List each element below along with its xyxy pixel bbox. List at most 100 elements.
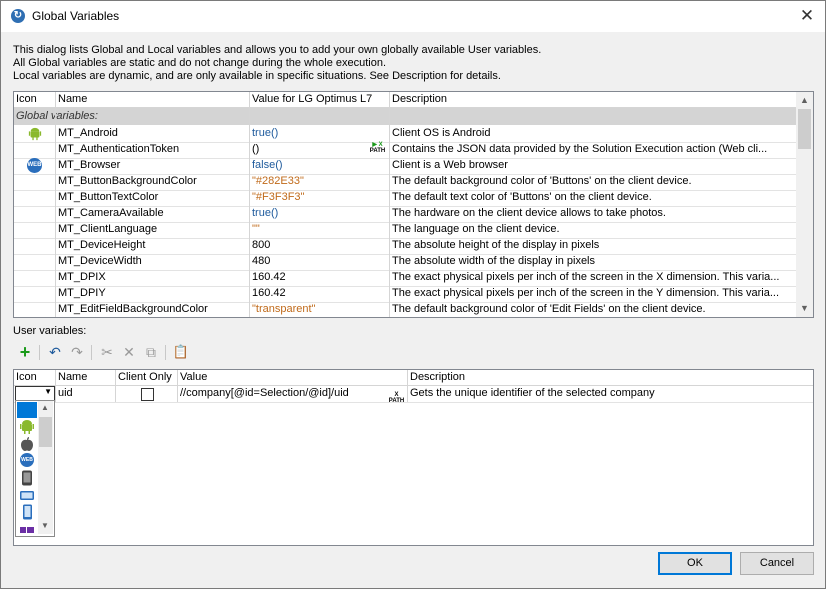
var-name[interactable]: MT_Browser: [58, 159, 246, 171]
table-row[interactable]: MT_ButtonBackgroundColor "#282E33" The def…: [14, 174, 796, 191]
scroll-up-arrow[interactable]: ▲: [41, 403, 49, 412]
intro-line-3: Local variables are dynamic, and are onl…: [13, 70, 501, 82]
xpath-button[interactable]: X PATH: [388, 386, 405, 404]
var-name[interactable]: MT_ButtonTextColor: [58, 191, 246, 203]
android-icon[interactable]: [17, 419, 37, 435]
var-value[interactable]: (): [252, 143, 367, 155]
var-name[interactable]: MT_Android: [58, 127, 246, 139]
delete-button[interactable]: ✕: [119, 342, 139, 362]
chevron-down-icon: ▼: [44, 387, 52, 396]
table-row[interactable]: MT_ButtonTextColor "#F3F3F3" The default t…: [14, 190, 796, 207]
table-row[interactable]: MT_EditFieldBackgroundColor "transparent"…: [14, 302, 796, 317]
tablet-rotate-icon[interactable]: [17, 487, 37, 503]
scroll-down-arrow[interactable]: ▼: [41, 521, 49, 530]
windows-icon[interactable]: [17, 521, 37, 537]
table-row[interactable]: MT_AuthenticationToken () ▶ X PATH Contains …: [14, 142, 796, 159]
add-variable-button[interactable]: +: [15, 342, 35, 362]
web-icon[interactable]: WEB: [17, 453, 37, 469]
close-button[interactable]: ✕: [795, 4, 819, 28]
cut-button[interactable]: ✂: [97, 342, 117, 362]
var-description[interactable]: Client is a Web browser: [392, 159, 794, 171]
header-value[interactable]: Value for LG Optimus L7: [252, 93, 372, 105]
var-description[interactable]: Contains the JSON data provided by the S…: [392, 143, 794, 155]
icon-dropdown-list[interactable]: WEB ▲ ▼: [15, 400, 55, 537]
var-value[interactable]: "transparent": [252, 303, 367, 315]
var-description[interactable]: The absolute width of the display in pix…: [392, 255, 794, 267]
cancel-button[interactable]: Cancel: [740, 552, 814, 575]
var-value[interactable]: true(): [252, 127, 367, 139]
global-table-scrollbar[interactable]: ▲ ▼: [796, 92, 813, 317]
paste-button[interactable]: 📋: [171, 342, 191, 362]
table-row[interactable]: MT_DPIY 160.42 The exact physical pixels p…: [14, 286, 796, 303]
table-row[interactable]: MT_DeviceHeight 800 The absolute height of…: [14, 238, 796, 255]
var-description[interactable]: Client OS is Android: [392, 127, 794, 139]
scroll-thumb[interactable]: [39, 417, 52, 447]
header-description[interactable]: Description: [392, 93, 447, 105]
var-description[interactable]: The language on the client device.: [392, 223, 794, 235]
user-header-icon[interactable]: Icon: [16, 371, 37, 383]
scroll-up-arrow[interactable]: ▲: [796, 92, 813, 109]
scroll-down-arrow[interactable]: ▼: [796, 300, 813, 317]
ok-button[interactable]: OK: [658, 552, 732, 575]
var-description[interactable]: The default background color of 'Buttons…: [392, 175, 794, 187]
var-name[interactable]: MT_CameraAvailable: [58, 207, 246, 219]
var-name[interactable]: MT_DPIY: [58, 287, 246, 299]
phone-rotate-icon[interactable]: [17, 504, 37, 520]
var-value[interactable]: "#282E33": [252, 175, 367, 187]
var-name[interactable]: MT_ClientLanguage: [58, 223, 246, 235]
header-icon[interactable]: Icon: [16, 93, 37, 105]
var-value[interactable]: "#F3F3F3": [252, 191, 367, 203]
global-variables-table: Icon Name Value for LG Optimus L7 Descri…: [13, 91, 814, 318]
group-row-global: Global variables:: [14, 108, 796, 125]
copy-button[interactable]: ⧉: [141, 342, 161, 362]
var-description[interactable]: The default background color of 'Edit Fi…: [392, 303, 794, 315]
var-value[interactable]: false(): [252, 159, 367, 171]
user-header-client-only[interactable]: Client Only: [118, 371, 172, 383]
phone-icon[interactable]: [17, 470, 37, 486]
var-description[interactable]: The exact physical pixels per inch of th…: [392, 271, 794, 283]
var-name[interactable]: MT_AuthenticationToken: [58, 143, 246, 155]
user-var-name[interactable]: uid: [58, 387, 73, 399]
header-name[interactable]: Name: [58, 93, 87, 105]
var-name[interactable]: MT_EditFieldBackgroundColor: [58, 303, 246, 315]
var-value[interactable]: 160.42: [252, 271, 367, 283]
apple-icon[interactable]: [17, 436, 37, 452]
user-var-value[interactable]: //company[@id=Selection/@id]/uid: [180, 387, 349, 399]
table-row[interactable]: MT_ClientLanguage "" The language on the c…: [14, 222, 796, 239]
user-row[interactable]: ▼ uid //company[@id=Selection/@id]/uid X…: [14, 386, 813, 404]
user-header-description[interactable]: Description: [410, 371, 465, 383]
table-row[interactable]: MT_CameraAvailable true() The hardware on …: [14, 206, 796, 223]
intro-line-1: This dialog lists Global and Local varia…: [13, 44, 542, 56]
icon-list-scrollbar[interactable]: ▲ ▼: [38, 401, 53, 534]
var-description[interactable]: The absolute height of the display in pi…: [392, 239, 794, 251]
intro-text: This dialog lists Global and Local varia…: [13, 44, 541, 83]
scroll-thumb[interactable]: [798, 109, 811, 149]
var-value[interactable]: "": [252, 223, 367, 235]
redo-button[interactable]: ↷: [67, 342, 87, 362]
var-name[interactable]: MT_DeviceHeight: [58, 239, 246, 251]
app-icon: ↻: [11, 9, 25, 23]
user-variables-label: User variables:: [13, 325, 87, 337]
table-row[interactable]: MT_DPIX 160.42 The exact physical pixels p…: [14, 270, 796, 287]
client-only-checkbox[interactable]: [141, 388, 154, 401]
icon-option-blank[interactable]: [17, 402, 37, 418]
xpath-button[interactable]: ▶ X PATH: [369, 142, 386, 157]
table-row[interactable]: MT_DeviceWidth 480 The absolute width of t…: [14, 254, 796, 271]
user-var-description[interactable]: Gets the unique identifier of the select…: [410, 387, 655, 399]
var-value[interactable]: 480: [252, 255, 367, 267]
var-value[interactable]: true(): [252, 207, 367, 219]
user-header-name[interactable]: Name: [58, 371, 87, 383]
var-value[interactable]: 800: [252, 239, 367, 251]
var-value[interactable]: 160.42: [252, 287, 367, 299]
user-header-value[interactable]: Value: [180, 371, 207, 383]
var-description[interactable]: The exact physical pixels per inch of th…: [392, 287, 794, 299]
table-row[interactable]: WEB MT_Browser false() Client is a Web brow…: [14, 158, 796, 175]
var-name[interactable]: MT_DeviceWidth: [58, 255, 246, 267]
var-description[interactable]: The default text color of 'Buttons' on t…: [392, 191, 794, 203]
var-name[interactable]: MT_ButtonBackgroundColor: [58, 175, 246, 187]
var-description[interactable]: The hardware on the client device allows…: [392, 207, 794, 219]
var-name[interactable]: MT_DPIX: [58, 271, 246, 283]
undo-button[interactable]: ↶: [45, 342, 65, 362]
table-row[interactable]: MT_Android true() Client OS is Android: [14, 126, 796, 143]
web-icon: WEB: [27, 158, 42, 173]
